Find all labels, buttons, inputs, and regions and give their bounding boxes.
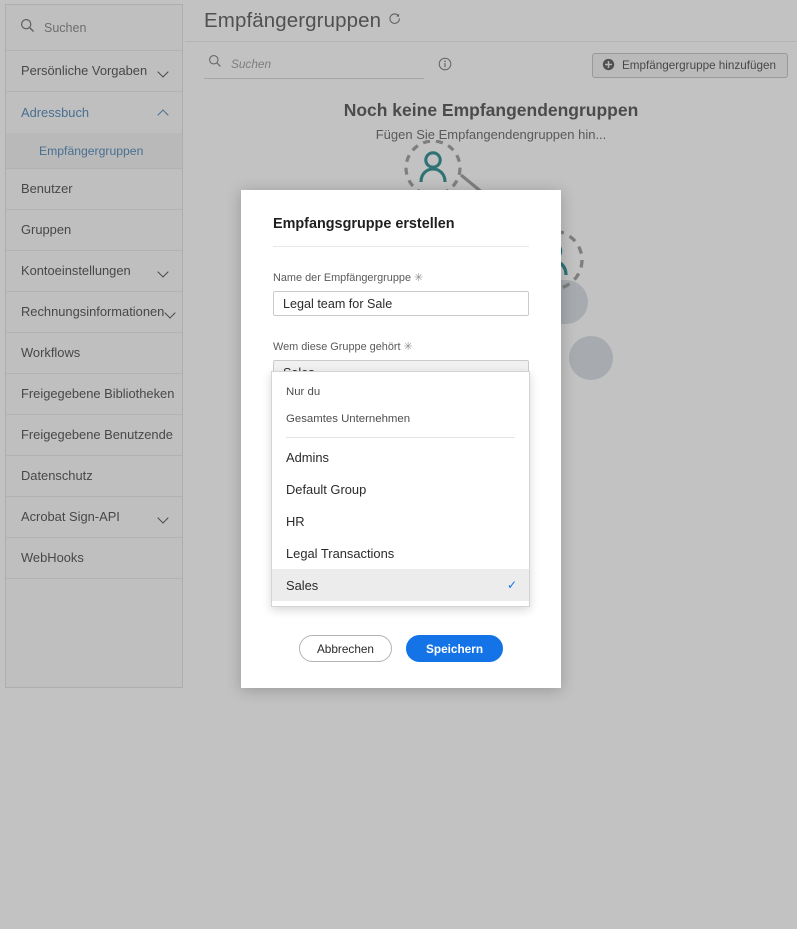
- dropdown-option-legal-transactions[interactable]: Legal Transactions: [272, 537, 529, 569]
- dropdown-option-admins[interactable]: Admins: [272, 441, 529, 473]
- dropdown-divider: [286, 437, 515, 438]
- dropdown-option-label: Nur du: [286, 385, 321, 398]
- dropdown-option-nur-du[interactable]: Nur du: [272, 378, 529, 405]
- group-name-input[interactable]: [273, 291, 529, 316]
- dropdown-option-label: Admins: [286, 449, 329, 465]
- cancel-button[interactable]: Abbrechen: [298, 635, 392, 662]
- required-marker: ✳: [403, 341, 413, 353]
- dropdown-option-label: Default Group: [286, 481, 367, 497]
- group-owner-label: Wem diese Gruppe gehört ✳: [273, 340, 529, 353]
- app-root: Suchen Persönliche Vorgaben Adressbuch E…: [0, 0, 797, 929]
- save-button[interactable]: Speichern: [406, 635, 504, 662]
- group-owner-dropdown: Nur du Gesamtes Unternehmen Admins Defau…: [271, 371, 530, 607]
- group-name-label: Name der Empfängergruppe ✳: [273, 271, 529, 284]
- dialog-footer: Abbrechen Speichern: [241, 635, 561, 662]
- group-owner-label-text: Wem diese Gruppe gehört: [273, 341, 401, 353]
- dropdown-option-hr[interactable]: HR: [272, 505, 529, 537]
- dropdown-option-default-group[interactable]: Default Group: [272, 473, 529, 505]
- dropdown-option-label: HR: [286, 513, 305, 529]
- required-marker: ✳: [414, 272, 424, 284]
- dropdown-option-label: Legal Transactions: [286, 545, 395, 561]
- dropdown-option-label: Sales: [286, 577, 319, 593]
- dialog-title-divider: [273, 246, 529, 247]
- group-name-label-text: Name der Empfängergruppe: [273, 272, 412, 284]
- dialog-body: Name der Empfängergruppe✳ Wem diese Grup…: [241, 271, 561, 385]
- dropdown-option-gesamtes-unternehmen[interactable]: Gesamtes Unternehmen: [272, 405, 529, 432]
- dialog-title: Empfangsgruppe erstellen: [273, 216, 455, 232]
- dropdown-option-sales[interactable]: Sales ✓: [272, 569, 529, 601]
- checkmark-icon: ✓: [506, 578, 517, 592]
- dropdown-option-label: Gesamtes Unternehmen: [286, 412, 411, 425]
